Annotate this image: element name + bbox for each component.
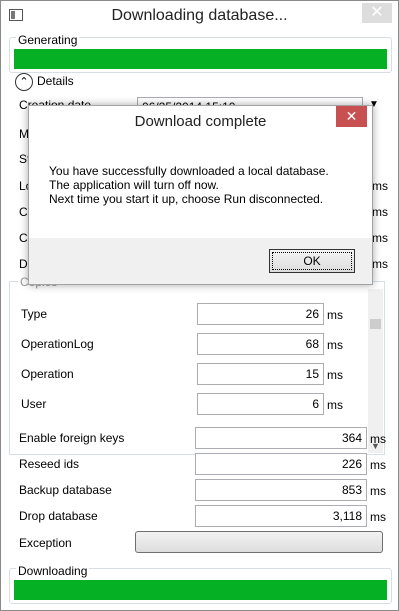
scroll-thumb[interactable] — [370, 319, 381, 329]
step-row: Reseed ids 226 ms — [19, 453, 389, 475]
window-close-button[interactable]: ✕ — [362, 3, 392, 23]
copies-row-unit: ms — [327, 308, 343, 322]
dialog-message-line: Next time you start it up, choose Run di… — [49, 192, 324, 206]
generating-progress-fill — [14, 49, 387, 69]
step-row-label: Enable foreign keys — [19, 431, 125, 445]
copies-row: User 6 ms — [21, 393, 361, 415]
dialog-title-bar: Download complete ✕ — [29, 106, 372, 136]
step-row-unit: ms — [370, 432, 386, 446]
copies-row-unit: ms — [327, 368, 343, 382]
copies-row-value[interactable]: 15 — [197, 363, 324, 385]
copies-row-value[interactable]: 68 — [197, 333, 324, 355]
chevron-up-icon[interactable]: ⌃ — [15, 73, 33, 91]
details-label: Details — [37, 74, 74, 88]
title-bar: Downloading database... ✕ — [1, 1, 398, 31]
step-row-label: Drop database — [19, 509, 98, 523]
dialog-body: You have successfully downloaded a local… — [29, 136, 372, 238]
details-expander[interactable]: ⌃ Details — [13, 71, 213, 91]
generating-group: Generating — [9, 33, 392, 73]
downloading-label: Downloading — [16, 564, 90, 578]
dialog-message-line: The application will turn off now. — [49, 178, 219, 192]
downloading-progress-fill — [14, 580, 387, 600]
dialog-message-line: You have successfully downloaded a local… — [49, 164, 329, 178]
step-row-label: Reseed ids — [19, 457, 80, 471]
download-complete-dialog: Download complete ✕ You have successfull… — [28, 105, 373, 285]
step-row-value[interactable]: 226 — [195, 453, 367, 475]
step-row-unit: ms — [370, 510, 386, 524]
generating-label: Generating — [16, 33, 80, 47]
exception-button[interactable] — [135, 531, 383, 553]
copies-row-unit: ms — [327, 338, 343, 352]
ok-button[interactable]: OK — [269, 249, 355, 273]
step-row-value[interactable]: 3,118 — [195, 505, 367, 527]
step-row-value[interactable]: 364 — [195, 427, 367, 449]
copies-row: OperationLog 68 ms — [21, 333, 361, 355]
main-window: Downloading database... ✕ Generating ⌃ D… — [0, 0, 399, 611]
step-row: Enable foreign keys 364 ms — [19, 427, 389, 449]
copies-row-value[interactable]: 26 — [197, 303, 324, 325]
step-row-unit: ms — [370, 458, 386, 472]
step-row: Backup database 853 ms — [19, 479, 389, 501]
behind-unit-1: ms — [372, 179, 388, 193]
downloading-progress-bar — [14, 580, 387, 600]
step-row: Drop database 3,118 ms — [19, 505, 389, 527]
dialog-title: Download complete — [134, 113, 267, 130]
copies-row-label: Type — [21, 307, 48, 321]
behind-unit-2: ms — [372, 205, 388, 219]
downloading-group: Downloading — [9, 564, 392, 604]
copies-row: Type 26 ms — [21, 303, 361, 325]
copies-row-label: OperationLog — [21, 337, 94, 351]
window-title: Downloading database... — [111, 7, 288, 24]
step-row-unit: ms — [370, 484, 386, 498]
dialog-close-button[interactable]: ✕ — [336, 106, 367, 127]
copies-row-unit: ms — [327, 398, 343, 412]
exception-label: Exception — [19, 536, 72, 550]
generating-progress-bar — [14, 49, 387, 69]
behind-unit-4: ms — [372, 257, 388, 271]
copies-row-label: User — [21, 397, 47, 411]
copies-row: Operation 15 ms — [21, 363, 361, 385]
step-row-value[interactable]: 853 — [195, 479, 367, 501]
step-row-label: Backup database — [19, 483, 112, 497]
copies-row-label: Operation — [21, 367, 74, 381]
copies-row-value[interactable]: 6 — [197, 393, 324, 415]
behind-unit-3: ms — [372, 231, 388, 245]
